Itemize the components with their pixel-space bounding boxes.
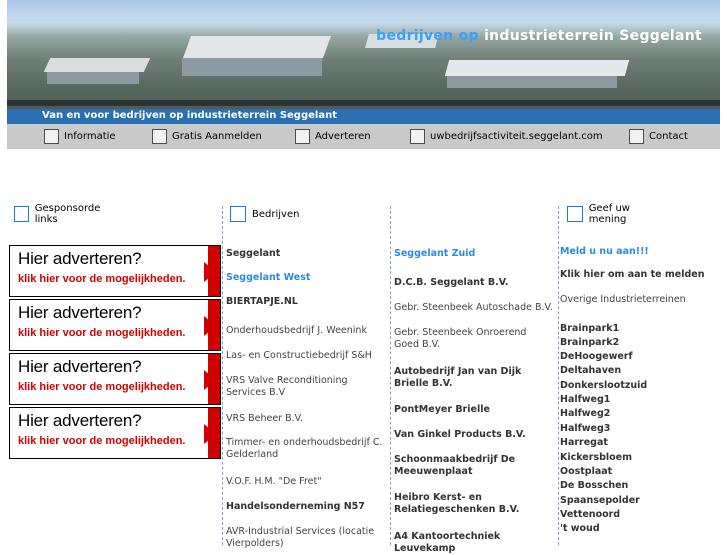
section-companies: Bedrijven [230,206,332,222]
company-link[interactable]: Seggelant Zuid [394,248,554,260]
arrow-right-icon [204,370,216,390]
company-link[interactable]: D.C.B. Seggelant B.V. [394,277,554,289]
nav-item-gratis-aanmelden[interactable]: Gratis Aanmelden [152,128,262,144]
nav-item-uwbedrijfsactiviteit[interactable]: uwbedrijfsactiviteit.seggelant.com [410,128,603,144]
terrain-link[interactable]: Brainpark1 [560,323,720,335]
terrain-link[interactable]: Halfweg3 [560,423,720,435]
terrain-link[interactable]: Halfweg1 [560,394,720,406]
terrain-link[interactable]: De Bosschen [560,480,720,492]
section-opinion: Geef uw mening [567,203,669,225]
ad-banner[interactable]: Hier adverteren? klik hier voor de mogeli… [9,407,221,459]
banner-title: bedrijven op industrieterrein Seggelant [376,28,702,44]
terrain-link[interactable]: DeHoogewerf [560,351,720,363]
column-divider [558,206,559,545]
terrain-link[interactable]: Oostplaat [560,466,720,478]
terrain-link[interactable]: Deltahaven [560,365,720,377]
arrow-right-icon [204,316,216,336]
arrow-right-icon [204,424,216,444]
company-link[interactable]: PontMeyer Brielle [394,404,554,416]
terrain-link[interactable]: Kickersbloem [560,452,720,464]
checkbox-icon [152,128,167,144]
ad-banner[interactable]: Hier adverteren? klik hier voor de mogeli… [9,245,221,297]
checkbox-icon [230,206,246,222]
company-link[interactable]: VRS Valve Reconditioning Services B.V [226,375,386,399]
company-link[interactable]: Schoonmaakbedrijf De Meeuwenplaat [394,454,554,478]
signup-link[interactable]: Meld u nu aan!!! [560,246,720,258]
company-link[interactable]: Handelsonderneming N57 [226,501,386,513]
company-link[interactable]: A4 Kantoortechniek Leuvekamp [394,531,554,555]
company-link[interactable]: Onderhoudsbedrijf J. Weenink [226,325,386,337]
column-divider [390,206,391,545]
terrain-link[interactable]: Donkerslootzuid [560,380,720,392]
other-terrains-label: Overige Industrieterreinen [560,294,686,305]
checkbox-icon [14,206,29,222]
company-link[interactable]: Las- en Constructiebedrijf S&H [226,350,386,362]
arrow-right-icon [204,262,216,282]
terrain-link[interactable]: Spaansepolder [560,495,720,507]
nav-item-contact[interactable]: Contact [629,128,688,144]
terrain-link[interactable]: Halfweg2 [560,408,720,420]
checkbox-icon [44,128,59,144]
section-sponsored-links: Gesponsorde links [14,203,118,225]
terrain-link[interactable]: Brainpark2 [560,337,720,349]
nav-item-informatie[interactable]: Informatie [44,128,116,144]
company-link[interactable]: Autobedrijf Jan van Dijk Brielle B.V. [394,366,554,390]
company-link[interactable]: Gebr. Steenbeek Autoschade B.V. [394,302,554,314]
company-link[interactable]: VRS Beheer B.V. [226,413,386,425]
company-link[interactable]: Van Ginkel Products B.V. [394,429,554,441]
terrain-link[interactable]: 't woud [560,523,720,535]
column-divider [222,206,223,545]
ad-banner[interactable]: Hier adverteren? klik hier voor de mogeli… [9,353,221,405]
ad-banner[interactable]: Hier adverteren? klik hier voor de mogeli… [9,299,221,351]
checkbox-icon [629,128,644,144]
company-link[interactable]: Timmer- en onderhoudsbedrijf C. Gelderla… [226,437,386,461]
company-link[interactable]: BIERTAPJE.NL [226,296,386,308]
nav-item-adverteren[interactable]: Adverteren [295,128,371,144]
header-banner: bedrijven op industrieterrein Seggelant [7,0,720,124]
terrain-link[interactable]: Harregat [560,437,720,449]
company-link[interactable]: Seggelant [226,248,386,260]
checkbox-icon [567,206,583,222]
company-link[interactable]: Gebr. Steenbeek Onroerend Goed B.V. [394,327,554,351]
checkbox-icon [295,128,310,144]
signup-cta-link[interactable]: Klik hier om aan te melden [560,269,720,281]
checkbox-icon [410,128,425,144]
company-link[interactable]: AVR-Industrial Services (locatie Vierpol… [226,526,386,550]
company-link[interactable]: V.O.F. H.M. "De Fret" [226,476,386,488]
company-link[interactable]: Heibro Kerst- en Relatiegeschenken B.V. [394,492,554,516]
tagline: Van en voor bedrijven op industrieterrei… [42,110,337,121]
terrain-link[interactable]: Vettenoord [560,509,720,521]
company-link[interactable]: Seggelant West [226,272,386,284]
